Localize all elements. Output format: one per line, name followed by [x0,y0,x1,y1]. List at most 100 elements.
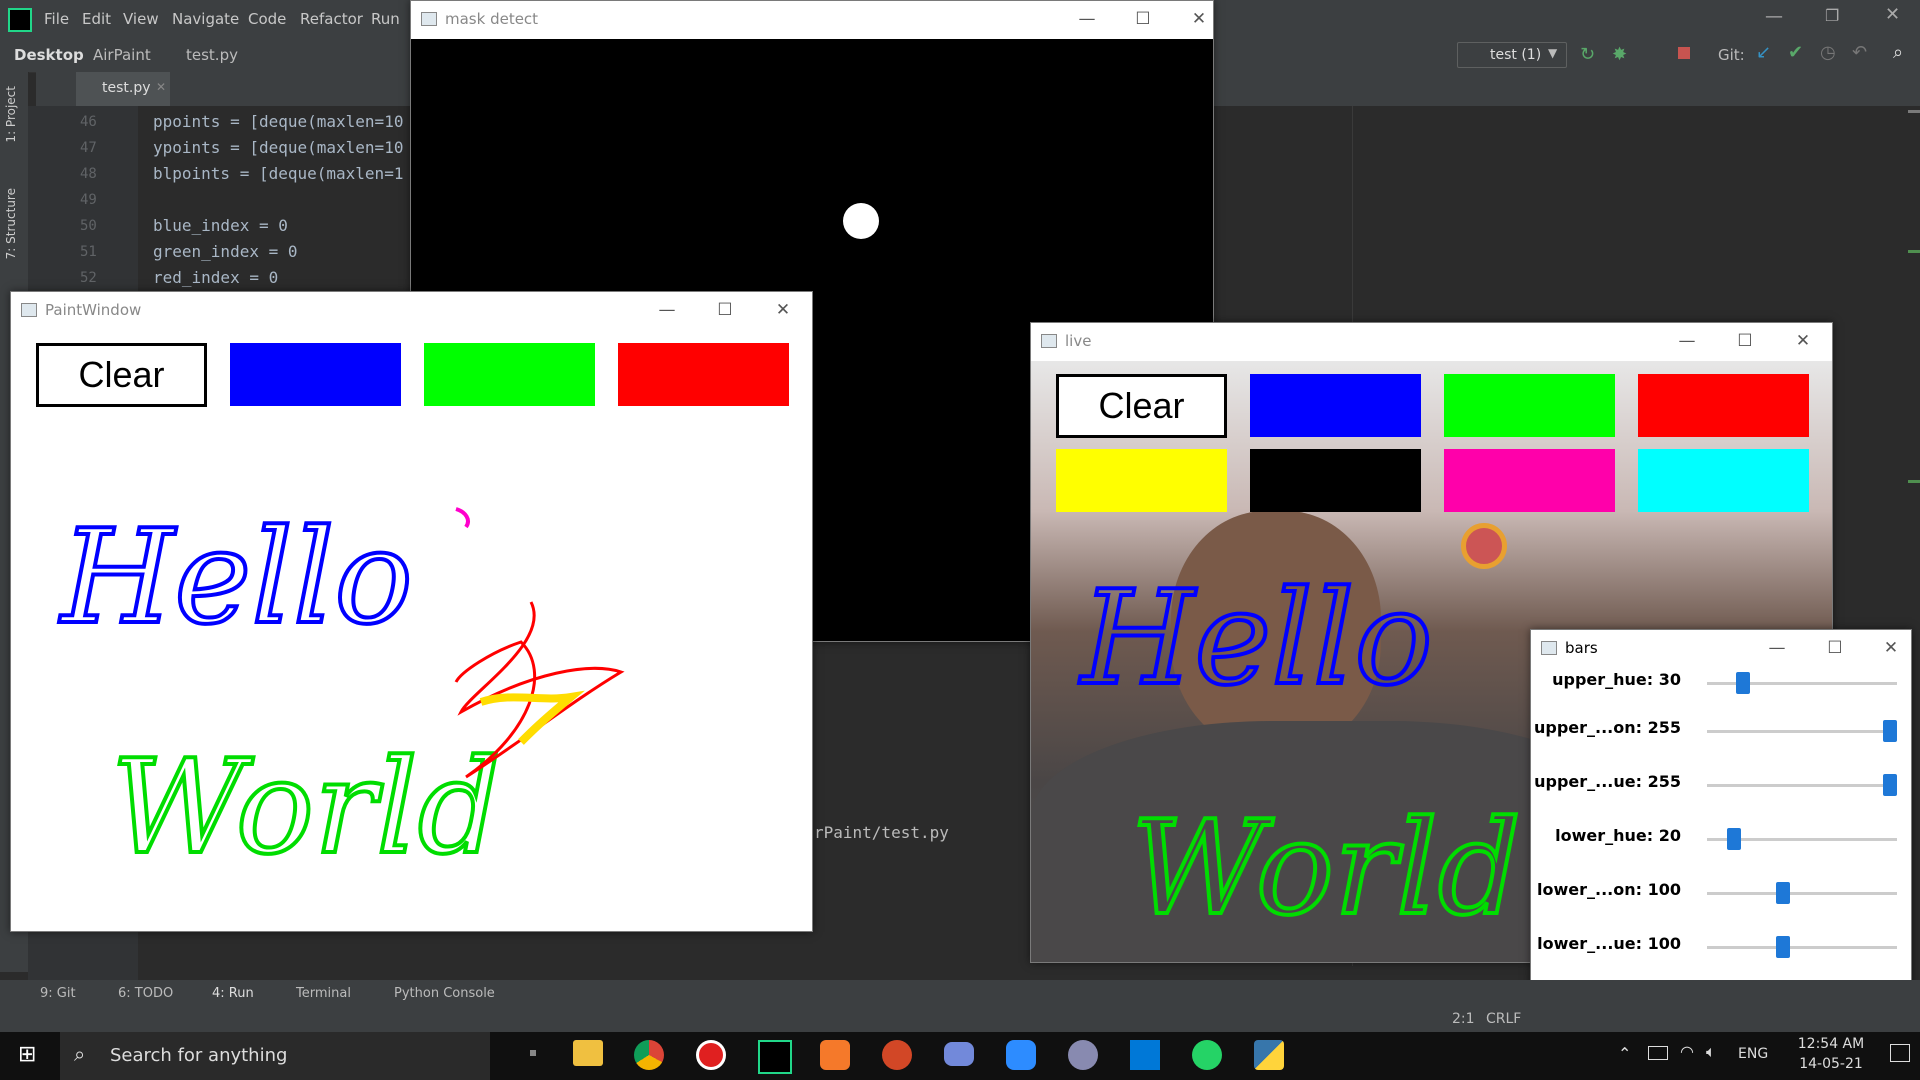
file-explorer-icon[interactable] [573,1040,603,1066]
close-button[interactable]: ✕ [763,298,803,322]
trackbar-track[interactable] [1707,892,1897,895]
tab-todo[interactable]: 6: TODO [118,986,173,1001]
paint-window: PaintWindow — ☐ ✕ Clear Hello World [10,291,813,932]
red-color-button[interactable] [618,343,789,406]
trackbar-thumb[interactable] [1883,720,1897,742]
menu-edit[interactable]: Edit [82,10,111,28]
code-line[interactable]: green_index = 0 [153,242,298,261]
torrent-icon[interactable] [1068,1040,1098,1070]
git-commit-icon[interactable]: ✔ [1788,42,1803,63]
tray-chevron-icon[interactable]: ⌃ [1618,1044,1631,1063]
git-history-icon[interactable]: ◷ [1820,42,1836,63]
trackbar-label: lower_hue: 20 [1555,826,1681,845]
clear-button[interactable]: Clear [1056,374,1227,438]
discord-icon[interactable] [944,1042,974,1066]
tab-run[interactable]: 4: Run [212,986,254,1001]
breadcrumb-file[interactable]: test.py [186,46,238,64]
search-icon[interactable]: ⌕ [1893,42,1903,63]
git-rollback-icon[interactable]: ↶ [1852,42,1867,63]
whatsapp-icon[interactable] [1192,1040,1222,1070]
code-line[interactable]: ypoints = [deque(maxlen=10 [153,138,403,157]
menu-refactor[interactable]: Refactor [300,10,363,28]
menu-run[interactable]: Run [371,10,400,28]
green-color-button[interactable] [1444,374,1615,437]
clear-button[interactable]: Clear [36,343,207,407]
tool-tab-structure[interactable]: 7: Structure [4,188,18,259]
trackbar-thumb[interactable] [1726,828,1741,850]
menu-file[interactable]: File [44,10,69,28]
menu-code[interactable]: Code [248,10,286,28]
debug-icon[interactable]: ✸ [1612,44,1627,65]
language-indicator[interactable]: ENG [1738,1046,1768,1062]
tab-test-py[interactable]: test.py ✕ [76,72,170,106]
minimize-button[interactable]: — [1067,7,1107,31]
ide-minimize-button[interactable]: — [1765,6,1783,27]
vscode-icon[interactable] [1130,1040,1160,1070]
task-view-icon[interactable] [530,1050,536,1056]
python-icon[interactable] [1254,1040,1284,1070]
volume-icon[interactable]: 🔈︎ [1706,1042,1716,1062]
minimize-button[interactable]: — [1757,636,1797,660]
git-update-icon[interactable]: ↙ [1756,42,1771,63]
close-button[interactable]: ✕ [1179,7,1219,31]
code-line[interactable]: red_index = 0 [153,268,278,287]
trackbar-track[interactable] [1707,730,1897,733]
menu-view[interactable]: View [123,10,159,28]
breadcrumb-airpaint[interactable]: AirPaint [93,46,151,64]
run-config-dropdown[interactable]: test (1) ▼ [1457,42,1567,68]
taskbar-search[interactable]: ⌕ Search for anything [60,1032,490,1080]
code-line[interactable]: ppoints = [deque(maxlen=10 [153,112,403,131]
green-color-button[interactable] [424,343,595,406]
close-icon[interactable]: ✕ [156,80,166,94]
ppt-icon[interactable] [882,1040,912,1070]
tab-python-console[interactable]: Python Console [394,986,495,1001]
chrome-icon[interactable] [634,1040,664,1070]
maximize-button[interactable]: ☐ [705,298,745,322]
ide-restore-button[interactable]: ❐ [1825,6,1839,25]
clock-time[interactable]: 12:54 AM [1786,1036,1876,1052]
stop-icon[interactable] [1678,47,1690,59]
caret-position[interactable]: 2:1 [1452,1011,1475,1027]
pycharm-icon[interactable] [758,1040,792,1074]
trackbar-track[interactable] [1707,784,1897,787]
search-placeholder: Search for anything [110,1045,288,1066]
window-title: bars [1565,639,1598,657]
trackbar-thumb[interactable] [1776,882,1791,904]
windows-start-icon[interactable]: ⊞ [18,1042,36,1067]
minimize-button[interactable]: — [647,298,687,322]
close-button[interactable]: ✕ [1783,329,1823,353]
breadcrumb-desktop[interactable]: Desktop [14,46,84,64]
ide-close-button[interactable]: ✕ [1885,4,1900,25]
code-line[interactable]: blpoints = [deque(maxlen=1 [153,164,403,183]
blue-color-button[interactable] [230,343,401,406]
tab-git[interactable]: 9: Git [40,986,76,1001]
blender-icon[interactable] [820,1040,850,1070]
trackbar-thumb[interactable] [1736,672,1751,694]
zoom-icon[interactable] [1006,1040,1036,1070]
clock-date[interactable]: 14-05-21 [1786,1056,1876,1072]
notification-icon[interactable] [1890,1044,1910,1062]
battery-icon[interactable] [1648,1046,1668,1060]
mask-blob [843,203,879,239]
close-button[interactable]: ✕ [1871,636,1911,660]
line-separator[interactable]: CRLF [1486,1011,1521,1027]
blue-color-button[interactable] [1250,374,1421,437]
tool-tab-project[interactable]: 1: Project [4,86,18,143]
red-color-button[interactable] [1638,374,1809,437]
trackbar-thumb[interactable] [1776,936,1791,958]
window-icon [1041,334,1057,348]
trackbar-thumb[interactable] [1883,774,1897,796]
maximize-button[interactable]: ☐ [1815,636,1855,660]
menu-navigate[interactable]: Navigate [172,10,239,28]
world-stroke: World [111,731,501,883]
paint-canvas[interactable]: Hello World [11,412,810,929]
maximize-button[interactable]: ☐ [1725,329,1765,353]
rerun-icon[interactable]: ↻ [1580,44,1595,65]
trackbar-track[interactable] [1707,946,1897,949]
minimize-button[interactable]: — [1667,329,1707,353]
tab-terminal[interactable]: Terminal [296,986,351,1001]
record-icon[interactable] [696,1040,726,1070]
maximize-button[interactable]: ☐ [1123,7,1163,31]
code-line[interactable]: blue_index = 0 [153,216,288,235]
wifi-icon[interactable]: ◠ [1680,1042,1694,1061]
